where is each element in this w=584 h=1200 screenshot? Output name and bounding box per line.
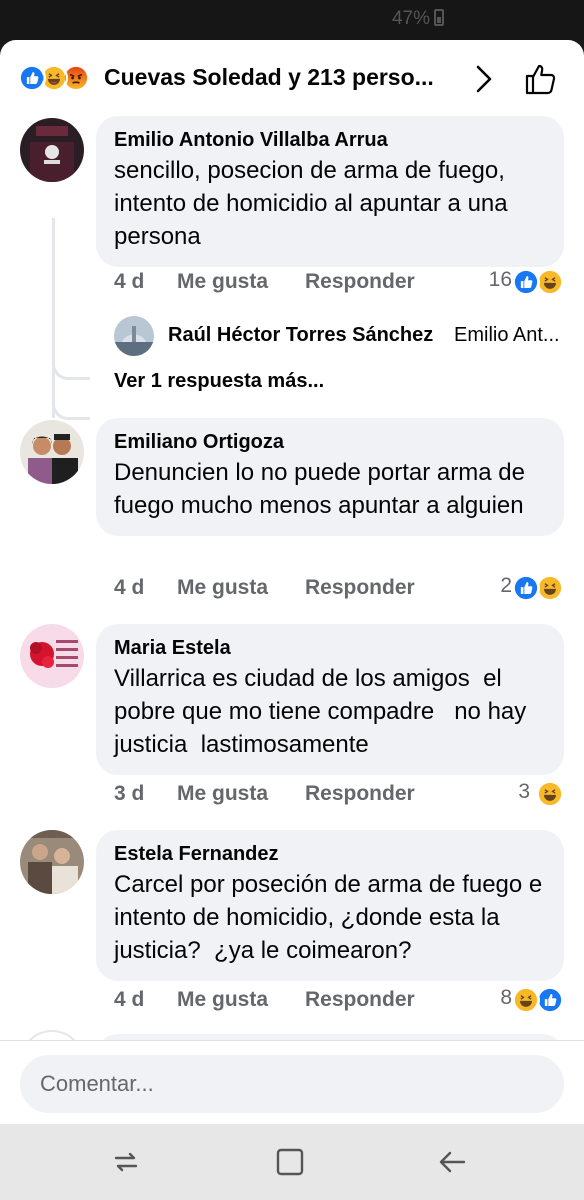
like-link[interactable]: Me gusta	[177, 576, 268, 600]
avatar-photo	[20, 624, 84, 688]
reaction-count[interactable]: 16	[464, 268, 564, 298]
reply-link[interactable]: Responder	[305, 576, 415, 600]
like-icon	[512, 268, 540, 296]
comment-author[interactable]: Estela Fernandez	[114, 840, 546, 868]
comment-input[interactable]	[20, 1055, 564, 1113]
battery-indicator: 47%	[392, 8, 444, 30]
comment-text: Villarrica es ciudad de los amigos el po…	[114, 665, 533, 758]
haha-icon	[536, 574, 564, 602]
thread-branch	[52, 380, 90, 420]
like-icon	[536, 986, 564, 1014]
comment-time: 4 d	[114, 576, 145, 599]
haha-icon	[512, 986, 540, 1014]
reply-author[interactable]: Raúl Héctor Torres Sánchez	[168, 324, 433, 347]
reaction-count-number: 2	[500, 574, 512, 597]
home-icon[interactable]	[272, 1144, 308, 1180]
reaction-count-number: 8	[500, 986, 512, 1009]
status-bar: 47%	[0, 0, 584, 40]
battery-icon	[434, 9, 444, 26]
recents-icon[interactable]	[108, 1144, 144, 1180]
reply-snippet: Emilio Ant...	[454, 324, 560, 346]
comment-time: 4 d	[114, 270, 145, 293]
haha-icon	[536, 268, 564, 296]
comment-author[interactable]: Maria Estela	[114, 634, 546, 662]
battery-percent: 47%	[391, 8, 430, 29]
reply-preview[interactable]: Raúl Héctor Torres Sánchez Emilio Ant...	[114, 316, 574, 356]
comments-sheet: Cuevas Soledad y 213 perso... Emilio Ant…	[0, 40, 584, 1124]
avatar[interactable]	[20, 624, 84, 688]
reply-link[interactable]: Responder	[305, 988, 415, 1012]
avatar-photo	[114, 316, 154, 356]
avatar[interactable]	[114, 316, 154, 356]
reply-link[interactable]: Responder	[305, 782, 415, 806]
haha-icon	[536, 780, 564, 808]
comment-author[interactable]: Emilio Antonio Villalba Arrua	[114, 126, 546, 154]
reaction-count-number: 16	[488, 268, 512, 291]
system-nav-bar	[0, 1124, 584, 1200]
like-outline-icon[interactable]	[522, 60, 560, 98]
comment-text: sencillo, posecion de arma de fuego, int…	[114, 157, 515, 250]
like-link[interactable]: Me gusta	[177, 988, 268, 1012]
reactions-header[interactable]: Cuevas Soledad y 213 perso...	[0, 40, 584, 116]
view-more-replies-link[interactable]: Ver 1 respuesta más...	[114, 370, 324, 393]
comment-composer	[0, 1040, 584, 1124]
avatar-photo	[20, 830, 84, 894]
reply-link[interactable]: Responder	[305, 270, 415, 294]
reaction-count[interactable]: 3	[484, 780, 564, 810]
like-link[interactable]: Me gusta	[177, 782, 268, 806]
comment-time: 4 d	[114, 988, 145, 1011]
comment-text: Carcel por poseción de arma de fuego e i…	[114, 871, 549, 964]
comment-author[interactable]: Emiliano Ortigoza	[114, 428, 546, 456]
reactions-header-title[interactable]: Cuevas Soledad y 213 perso...	[104, 64, 434, 91]
like-icon	[512, 574, 540, 602]
back-icon[interactable]	[434, 1144, 470, 1180]
avatar[interactable]	[20, 118, 84, 182]
comment-bubble[interactable]: Emiliano Ortigoza Denuncien lo no puede …	[96, 418, 564, 536]
comment-text: Denuncien lo no puede portar arma de fue…	[114, 459, 532, 519]
reaction-count-number: 3	[518, 780, 530, 803]
chevron-right-icon[interactable]	[472, 62, 496, 96]
reaction-count[interactable]: 2	[464, 574, 564, 604]
like-icon	[18, 64, 46, 92]
avatar-photo	[20, 118, 84, 182]
like-link[interactable]: Me gusta	[177, 270, 268, 294]
thread-branch	[52, 334, 90, 380]
avatar[interactable]	[20, 830, 84, 894]
comment-bubble[interactable]: Emilio Antonio Villalba Arrua sencillo, …	[96, 116, 564, 267]
comment-bubble[interactable]: Estela Fernandez Carcel por poseción de …	[96, 830, 564, 981]
reactions-summary[interactable]	[18, 64, 96, 92]
comment-bubble[interactable]: Maria Estela Villarrica es ciudad de los…	[96, 624, 564, 775]
comment-time: 3 d	[114, 782, 145, 805]
avatar-photo	[20, 420, 84, 484]
reaction-count[interactable]: 8	[464, 986, 564, 1016]
avatar[interactable]	[20, 420, 84, 484]
